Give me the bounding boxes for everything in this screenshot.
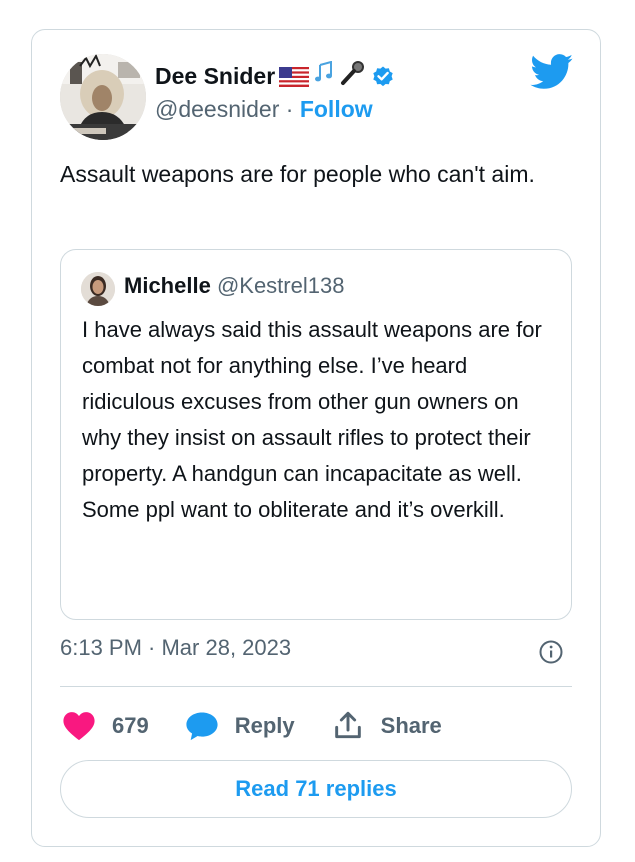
author-name-row[interactable]: Dee Snider <box>155 60 395 92</box>
reply-label: Reply <box>234 713 295 738</box>
quoted-author-avatar[interactable] <box>81 272 115 306</box>
us-flag-icon <box>279 66 310 87</box>
like-button[interactable]: 679 <box>62 710 149 742</box>
author-avatar[interactable] <box>60 54 146 140</box>
verified-badge-icon <box>371 64 395 88</box>
tweet-text: Assault weapons are for people who can't… <box>60 161 535 187</box>
handle-separator: · <box>279 96 300 122</box>
twitter-bird-icon[interactable] <box>530 54 574 90</box>
quoted-tweet[interactable]: Michelle @Kestrel138 I have always said … <box>60 249 572 620</box>
reply-button[interactable]: Reply <box>185 710 295 742</box>
tweet-card: Dee Snider @deesnider · Follow Assault w… <box>31 29 601 847</box>
author-handle-row: @deesnider · Follow <box>155 96 373 123</box>
info-icon[interactable] <box>538 639 564 665</box>
reply-bubble-icon <box>186 712 218 741</box>
quoted-tweet-text: I have always said this assault weapons … <box>82 317 542 522</box>
quoted-header: Michelle @Kestrel138 <box>124 273 344 299</box>
tweet-timestamp[interactable]: 6:13 PM · Mar 28, 2023 <box>60 635 291 661</box>
quoted-author-name[interactable]: Michelle <box>124 273 211 298</box>
author-name[interactable]: Dee Snider <box>155 63 275 90</box>
action-bar: 679 Reply Share <box>62 706 478 746</box>
follow-link[interactable]: Follow <box>300 96 373 122</box>
quoted-author-handle[interactable]: @Kestrel138 <box>217 273 345 298</box>
like-count: 679 <box>112 713 149 738</box>
share-button[interactable]: Share <box>331 710 442 742</box>
read-replies-button[interactable]: Read 71 replies <box>60 760 572 818</box>
divider <box>60 686 572 687</box>
share-label: Share <box>380 713 442 738</box>
share-upload-icon <box>334 711 361 739</box>
author-handle[interactable]: @deesnider <box>155 96 279 122</box>
heart-icon <box>63 712 95 741</box>
music-notes-icon <box>313 60 335 91</box>
microphone-icon <box>339 60 365 92</box>
